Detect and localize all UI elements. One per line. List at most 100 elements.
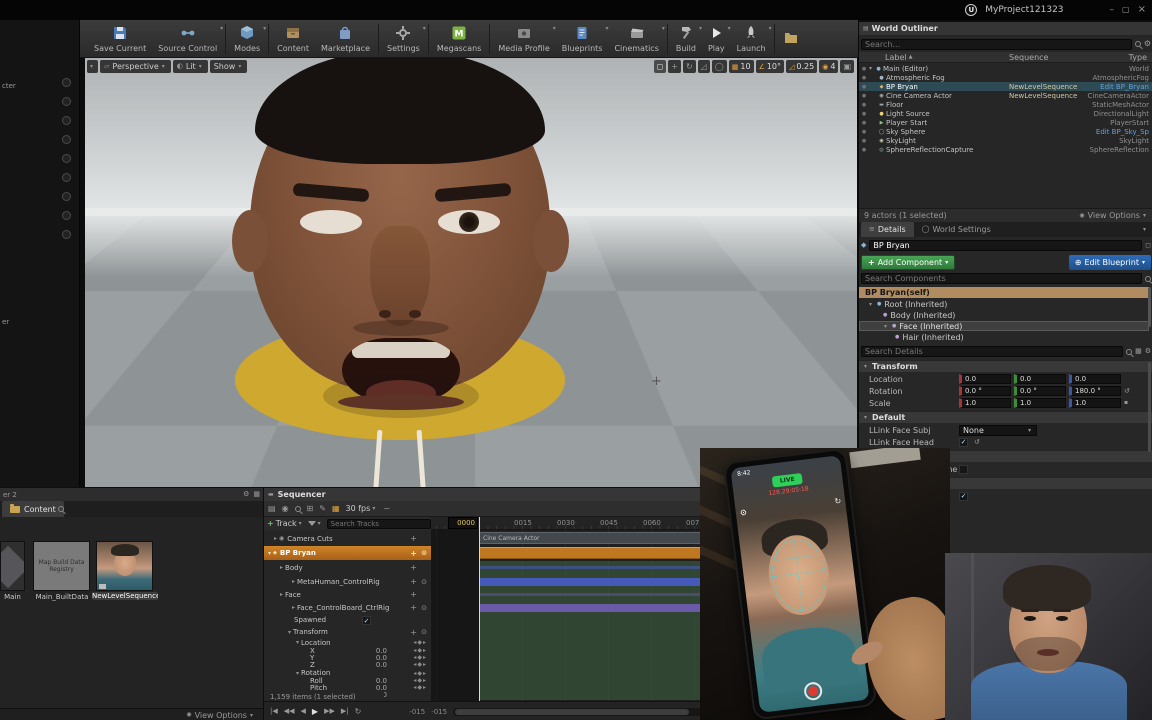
asset-dot-icon[interactable] — [62, 97, 71, 106]
asset-thumbnail-partial[interactable] — [0, 541, 25, 591]
visibility-eye-icon[interactable]: ● — [859, 147, 869, 153]
channel-roll[interactable]: Roll 0.0 ◂◆▸ — [264, 677, 431, 685]
scale-x-field[interactable]: 1.0 — [959, 398, 1011, 408]
goto-end-button[interactable]: ▶| — [341, 708, 349, 715]
camera-cuts-clip[interactable]: Cine Camera Actor — [479, 532, 712, 544]
outliner-row[interactable]: ● ● Atmospheric Fog AtmosphericFog — [859, 73, 1152, 82]
timeline-scrollbar[interactable] — [453, 707, 707, 716]
sequencer-tab[interactable]: ▬ Sequencer × — [264, 488, 712, 501]
reset-rotation-icon[interactable]: ↺ — [1124, 387, 1130, 395]
lock-icon[interactable]: ◻ — [1145, 242, 1151, 249]
keyframe-nav-icons[interactable]: ◂◆▸ — [413, 677, 427, 684]
rotate-tool-button[interactable]: ↻ — [682, 60, 696, 73]
metahuman-controlrig-bar[interactable] — [479, 578, 712, 586]
asset-label-selected[interactable]: NewLevelSequence — [92, 592, 158, 600]
outliner-row[interactable]: ● ▬ Floor StaticMeshActor — [859, 100, 1152, 109]
component-row-self[interactable]: BP Bryan(self) — [859, 287, 1149, 298]
visibility-eye-icon[interactable]: ● — [859, 129, 869, 135]
track-metahuman-controlrig[interactable]: ▸ MetaHuman_ControlRig + ⊙ — [264, 575, 431, 588]
bp-bryan-track-bar[interactable] — [479, 547, 712, 559]
move-tool-button[interactable]: + — [668, 60, 681, 73]
world-outliner-header[interactable]: ▤ World Outliner — [859, 22, 1152, 35]
filters-button[interactable]: ▾ — [307, 520, 323, 527]
actor-name-field[interactable] — [869, 240, 1143, 251]
visibility-eye-icon[interactable]: ● — [859, 120, 869, 126]
expander-icon[interactable]: ▸ — [292, 578, 295, 585]
add-key-icon[interactable]: + — [410, 628, 417, 637]
grid-snap-control[interactable]: ▦ 10 — [728, 60, 754, 73]
expander-icon[interactable]: ▾ — [296, 670, 299, 677]
keyframe-add-icon[interactable]: ⊙ — [421, 549, 427, 557]
track-bp-bryan-selected[interactable]: ▾ ◆ BP Bryan + ⊙ — [264, 546, 431, 560]
keyframe-nav-icons[interactable]: ◂◆▸ — [413, 684, 427, 691]
play-forward-button[interactable]: ▶ — [312, 707, 318, 716]
llink-face-head-checkbox[interactable]: ✓ — [959, 437, 968, 447]
location-x-field[interactable]: 0.0 — [959, 374, 1011, 384]
outliner-row[interactable]: ● ▾ ● Main (Editor) World — [859, 64, 1152, 73]
search-components-input[interactable] — [861, 273, 1142, 284]
track-rotation[interactable]: ▾ Rotation ◂◆▸ — [264, 669, 431, 677]
track-face-controlboard[interactable]: ▸ Face_ControlBoard_CtrlRig + ⊙ — [264, 601, 431, 614]
search-icon[interactable] — [57, 506, 64, 512]
asset-dot-icon[interactable] — [62, 135, 71, 144]
show-flags-button[interactable]: Show ▾ — [209, 60, 248, 73]
expander-icon[interactable]: ▸ — [280, 564, 283, 571]
outliner-search-input[interactable] — [861, 38, 1132, 50]
play-reverse-button[interactable]: ◀ — [301, 708, 306, 715]
column-sequence[interactable]: Sequence — [1009, 53, 1048, 62]
lit-mode-button[interactable]: ◐ Lit ▾ — [172, 60, 208, 73]
visibility-eye-icon[interactable]: ● — [859, 75, 869, 81]
location-z-field[interactable]: 0.0 — [1069, 374, 1121, 384]
scale-tool-button[interactable]: ◿ — [697, 60, 710, 73]
rotation-y-field[interactable]: 0.0 ° — [1014, 386, 1066, 396]
component-row[interactable]: ▾ ● Root (Inherited) — [859, 299, 1149, 309]
modes-button[interactable]: ▾ Modes — [228, 21, 266, 57]
marketplace-button[interactable]: Marketplace — [315, 21, 376, 57]
net-load-checkbox[interactable]: ✓ — [959, 491, 968, 501]
keyframe-nav-icons[interactable]: ◂◆▸ — [413, 670, 427, 677]
settings-gear-icon[interactable]: ⚙ — [739, 508, 747, 518]
details-settings-icon[interactable]: ⚙ — [1145, 348, 1151, 355]
visibility-eye-icon[interactable]: ● — [859, 66, 869, 72]
viewport-options-button[interactable]: ▾ — [87, 60, 99, 73]
location-y-field[interactable]: 0.0 — [1014, 374, 1066, 384]
rotation-x-field[interactable]: 0.0 ° — [959, 386, 1011, 396]
browse-button[interactable] — [777, 21, 805, 57]
loop-button[interactable]: ↻ — [355, 707, 362, 716]
source-control-button[interactable]: ▾ Source Control — [152, 21, 223, 57]
add-section-icon[interactable]: + — [410, 534, 417, 543]
outliner-settings-icon[interactable]: ⚙ — [1144, 40, 1151, 48]
save-current-button[interactable]: Save Current — [88, 21, 152, 57]
asset-label[interactable]: Main_BuiltData — [28, 593, 96, 601]
add-track-icon[interactable]: + — [410, 549, 417, 558]
visibility-eye-icon[interactable]: ● — [859, 138, 869, 144]
expander-icon[interactable]: ▸ — [274, 535, 277, 542]
section-default[interactable]: ▾ Default — [859, 411, 1152, 423]
component-row-highlight[interactable]: ▾ ● Face (Inherited) — [859, 321, 1149, 331]
track-face[interactable]: ▸ Face + — [264, 588, 431, 601]
viewport[interactable]: + ▾ ▱ Perspective ▾ ◐ Lit ▾ Show ▾ ◻ + ↻ ◿ … — [85, 58, 857, 487]
outliner-row[interactable]: ● ◉ SkyLight SkyLight — [859, 136, 1152, 145]
flip-camera-icon[interactable]: ↻ — [834, 496, 842, 506]
step-back-button[interactable]: ◀◀ — [284, 708, 295, 715]
expander-icon[interactable]: ▸ — [280, 591, 283, 598]
outliner-view-options-button[interactable]: ◉ View Options ▾ — [1079, 211, 1148, 220]
scale-y-field[interactable]: 1.0 — [1014, 398, 1066, 408]
keyframe-nav-icons[interactable]: ◂◆▸ — [413, 654, 427, 661]
cinematics-button[interactable]: ▾ Cinematics — [608, 21, 664, 57]
expander-icon[interactable]: ▾ — [268, 550, 271, 557]
perspective-button[interactable]: ▱ Perspective ▾ — [100, 60, 171, 73]
actor-hidden-checkbox[interactable] — [959, 464, 968, 474]
tab-content[interactable]: Content — [2, 501, 64, 517]
channel-y[interactable]: Y 0.0 ◂◆▸ — [264, 654, 431, 662]
maximize-viewport-button[interactable]: ▣ — [840, 60, 854, 73]
add-section-icon[interactable]: + — [410, 563, 417, 572]
search-icon[interactable] — [294, 505, 301, 512]
scale-lock-icon[interactable]: ▪ — [1124, 400, 1128, 406]
component-row[interactable]: ● Hair (Inherited) — [859, 332, 1149, 342]
outliner-row[interactable]: ● ◉ Cine Camera Actor NewLevelSequence C… — [859, 91, 1152, 100]
timeline-scrollbar-thumb[interactable] — [455, 708, 689, 715]
channel-x[interactable]: X 0.0 ◂◆▸ — [264, 647, 431, 655]
settings-button[interactable]: ▾ Settings — [381, 21, 426, 57]
filter-icon[interactable]: ▦ — [1135, 348, 1142, 355]
